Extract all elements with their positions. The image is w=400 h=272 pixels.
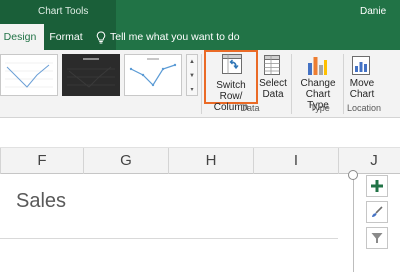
tab-format[interactable]: Format [46, 24, 86, 50]
group-label-type: Type [310, 103, 330, 113]
move-chart-icon [351, 53, 373, 80]
move-chart-button[interactable]: Move Chart [346, 50, 378, 104]
ribbon [0, 50, 400, 118]
column-header-j[interactable]: J [339, 148, 400, 174]
group-label-data: Data [240, 103, 260, 113]
tab-design[interactable]: Design [0, 24, 44, 50]
tell-me-text: Tell me what you want to do [110, 31, 240, 43]
chart-styles-brush-icon [372, 206, 383, 217]
chart-area[interactable] [0, 174, 354, 272]
move-chart-label-1: Move [349, 78, 375, 89]
lightbulb-icon [96, 30, 106, 44]
change-chart-type-label-1: Change [300, 78, 336, 89]
scroll-up-icon[interactable]: ▲ [187, 55, 197, 69]
column-header-g[interactable]: G [84, 148, 169, 174]
chart-tools-label: Chart Tools [38, 6, 89, 17]
column-header-row: F G H I J [0, 148, 400, 174]
move-chart-label-2: Chart [349, 89, 375, 100]
switch-row-column-icon [221, 53, 243, 78]
chart-style-thumbnail-3[interactable] [124, 54, 182, 96]
chart-styles-button[interactable] [366, 201, 388, 223]
select-data-label-2: Data [262, 89, 284, 100]
scroll-down-icon[interactable]: ▼ [187, 69, 197, 83]
formula-bar-area [0, 118, 400, 148]
column-header-i[interactable]: I [254, 148, 339, 174]
gallery-scrollbar[interactable]: ▲ ▼ ▾ [186, 54, 198, 96]
change-chart-type-icon [306, 53, 328, 80]
ribbon-separator [291, 54, 292, 114]
select-data-label-1: Select [259, 78, 287, 89]
chart-style-thumbnail-2[interactable] [62, 54, 120, 96]
column-header-h[interactable]: H [169, 148, 254, 174]
chart-style-thumbnail-1[interactable] [0, 54, 58, 96]
user-name[interactable]: Danie [360, 6, 386, 17]
chart-filters-button[interactable] [366, 227, 388, 249]
chart-resize-handle[interactable] [348, 170, 358, 180]
ribbon-separator [201, 54, 202, 114]
chart-gridline [0, 238, 338, 239]
switch-row-column-label-1: Switch Row/ [216, 80, 246, 102]
switch-row-column-button[interactable]: Switch Row/ Column [204, 50, 258, 113]
select-data-button[interactable]: Select Data [259, 50, 287, 104]
tell-me-search[interactable]: Tell me what you want to do [96, 24, 240, 50]
chart-elements-plus-icon [371, 180, 383, 192]
select-data-icon [263, 53, 283, 80]
chart-filters-funnel-icon [371, 233, 383, 243]
chart-elements-button[interactable] [366, 175, 388, 197]
chart-title[interactable]: Sales [16, 190, 66, 213]
column-header-f[interactable]: F [1, 148, 84, 174]
change-chart-type-button[interactable]: Change Chart Type [296, 50, 340, 111]
more-icon[interactable]: ▾ [187, 83, 197, 97]
group-label-location: Location [346, 103, 382, 113]
